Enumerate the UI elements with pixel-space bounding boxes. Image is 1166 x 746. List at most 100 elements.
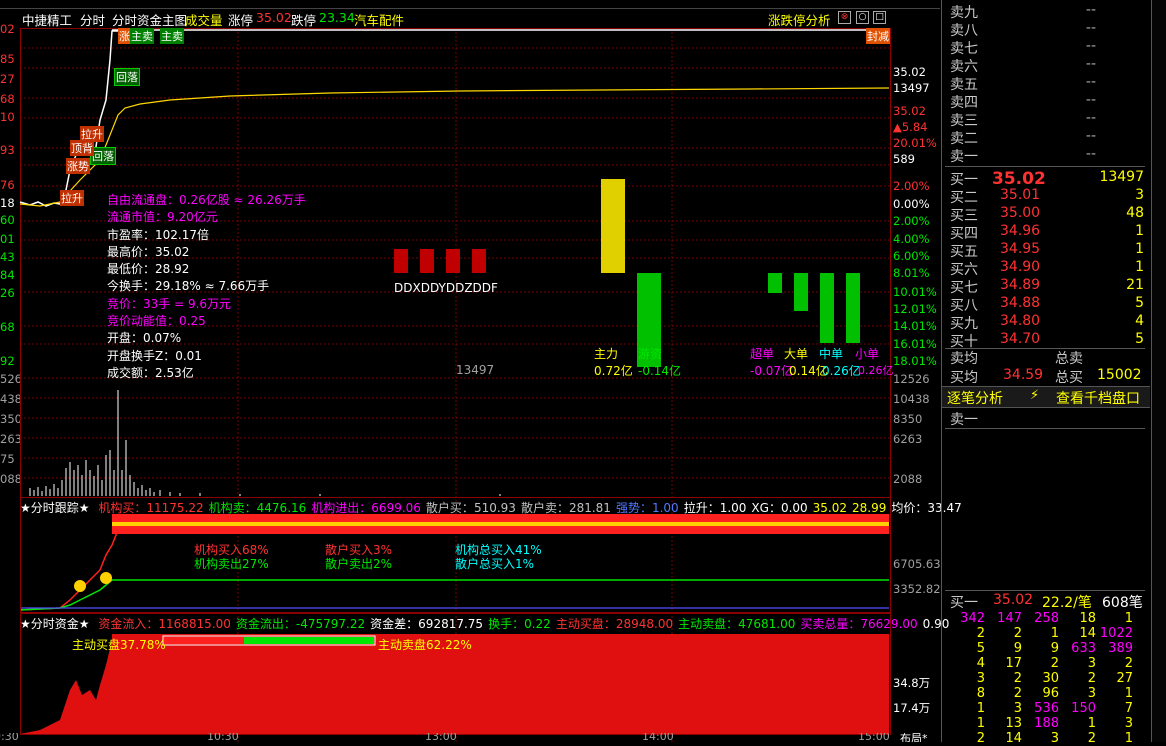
queue-row: 342 147 258 18 1 [948,611,1148,626]
total-buy-vol: 15002 [1097,367,1142,383]
sell-level-label: 卖八 [950,23,978,39]
left-axis-18: 350 [0,412,20,426]
queue-cell: 2 [1087,671,1096,686]
capital-indicator-value: 47681.00 [738,617,796,631]
track-retail-total-buy: 散户总买入1% [455,557,535,571]
orderbook-buy-row[interactable]: 买三 35.00 48 [948,205,1148,224]
track-indicator-value: 35.02 [812,501,848,515]
info-auction-power: 竞价动能值：0.25 [107,314,206,329]
capital-indicator-value: -475797.22 [295,617,366,631]
left-axis-4: 68 [0,92,15,106]
capital-header: ★分时资金★ 资金流入：1168815.00 资金流出：-475797.22 资金差… [20,615,949,632]
orderbook-buy-row[interactable]: 买十 34.70 5 [948,331,1148,350]
track-indicator-label: 机构买： [98,501,147,515]
orderbook-buy-row[interactable]: 买七 34.89 21 [948,277,1148,296]
orderbook-buy-row[interactable]: 买四 34.96 1 [948,223,1148,242]
track-indicator: 散户买：510.93 [426,501,516,515]
axis-pct-5: 6.00% [893,249,930,263]
axis-pct-4: 4.00% [893,232,930,246]
queue-cell: 536 [1034,701,1059,716]
orderbook-sell-row[interactable]: 卖六 -- [948,56,1148,75]
queue-cell: 96 [1042,686,1059,701]
queue-per-trade: 22.2/笔 [1042,595,1092,611]
capital-indicator-label: 资金流出： [235,617,296,631]
queue-row: 3 2 30 2 27 [948,671,1148,686]
orderbook-sell-row[interactable]: 卖三 -- [948,110,1148,129]
left-axis-3: 27 [0,72,15,86]
queue-row: 1 3 536 150 7 [948,701,1148,716]
fund-mid-value: 0.26亿 [822,364,861,378]
capital-buy-pct: 主动买盘37.78% [72,638,166,652]
fund-main-value: 0.72亿 [594,364,633,378]
orderbook-buy-row[interactable]: 买八 34.88 5 [948,295,1148,314]
tab-depth-view[interactable]: 查看千档盘口 [1056,388,1140,408]
orderbook-sell-row[interactable]: 卖一 -- [948,146,1148,165]
track-indicator-list: 机构买：11175.22 机构卖：4476.16 机构进出：6699.06 散户买：5… [93,501,961,515]
tick-divider [945,428,1145,429]
orderbook-buy-row[interactable]: 买二 35.01 3 [948,187,1148,206]
axis-vol-3: 8350 [893,412,923,426]
lightning-icon[interactable]: ⚡ [1030,388,1039,403]
left-axis-11: 43 [0,250,15,264]
track-inst-sell: 机构卖出27% [194,557,269,571]
buy-level-price: 35.02 [992,169,1046,189]
axis-vol-4: 6263 [893,432,923,446]
orderbook-buy-row[interactable]: 买六 34.90 1 [948,259,1148,278]
queue-cell: 258 [1034,611,1059,626]
orderbook-buy-row[interactable]: 买九 34.80 4 [948,313,1148,332]
orderbook-sell-row[interactable]: 卖五 -- [948,74,1148,93]
fund-retail-value: -0.14亿 [638,364,682,378]
tag-main-sell-2: 主卖 [160,28,184,44]
axis-vol-5: 2088 [893,472,923,486]
track-indicator-value: 0.00 [780,501,808,515]
capital-indicator-value: 76629.00 [860,617,918,631]
axis-pct-6: 8.01% [893,266,930,280]
tab-tick-analysis[interactable]: 逐笔分析 [947,388,1003,408]
orderbook-sell-row[interactable]: 卖七 -- [948,38,1148,57]
tag-trend-2: 涨势 [66,158,90,174]
buy-level-volume: 4 [1135,313,1144,329]
total-buy-label: 总买 [1055,370,1083,386]
buy-level-label: 买三 [950,208,978,224]
sell-level-volume: -- [1085,146,1096,162]
buy-level-label: 买二 [950,190,978,206]
capital-indicator-label: 资金差： [370,617,419,631]
buy-level-volume: 1 [1135,259,1144,275]
queue-cell: 2 [1087,731,1096,746]
capital-indicator-label: 买卖总量： [800,617,861,631]
orderbook-buy-row[interactable]: 买一 35.02 13497 [948,169,1148,189]
capital-title[interactable]: ★分时资金★ [20,617,90,631]
capital-indicator-label: 主动卖盘： [678,617,739,631]
orderbook-buy-row[interactable]: 买五 34.95 1 [948,241,1148,260]
capital-indicator: 资金流入：1168815.00 [98,617,231,631]
buy-level-price: 34.89 [1000,277,1041,293]
buy-level-price: 34.88 [1000,295,1041,311]
queue-cell: 188 [1034,716,1059,731]
track-indicator: 机构进出：6699.06 [311,501,421,515]
track-title[interactable]: ★分时跟踪★ [20,501,90,515]
orderbook-sell-row[interactable]: 卖四 -- [948,92,1148,111]
orderbook-sell-row[interactable]: 卖二 -- [948,128,1148,147]
track-indicator-label: XG： [751,501,781,515]
orderbook-sell-row[interactable]: 卖八 -- [948,20,1148,39]
sell-level-volume: -- [1085,38,1096,54]
sell-level-label: 卖六 [950,59,978,75]
track-retail-sell: 散户卖出2% [325,557,393,571]
buy-level-label: 买五 [950,244,978,260]
queue-cell: 3 [1050,731,1059,746]
queue-row: 2 2 1 14 1022 [948,626,1148,641]
time-1500: 15:00 [858,733,890,742]
crosshair-volume: 13497 [456,363,495,377]
queue-cell: 389 [1108,641,1133,656]
left-axis-13: 26 [0,286,15,300]
tag-trend: 顶背 [70,140,94,156]
buy-level-volume: 1 [1135,223,1144,239]
orderbook-sell-row[interactable]: 卖九 -- [948,2,1148,21]
queue-cell: 27 [1116,671,1133,686]
left-axis-6: 93 [0,143,15,157]
capital-indicator: 换手：0.22 [488,617,551,631]
info-auction: 竞价：33手 = 9.6万元 [107,296,232,311]
layout-button[interactable]: 布局* [900,733,928,742]
track-indicator-value: 6699.06 [371,501,421,515]
time-1300: 13:00 [425,733,457,742]
